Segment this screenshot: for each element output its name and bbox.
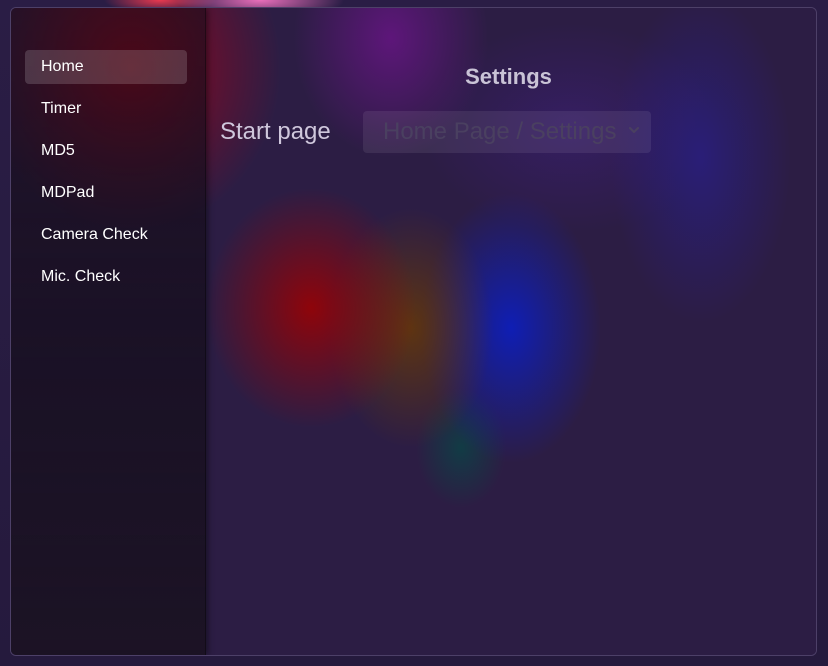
sidebar-item-label: Mic. Check [41,268,121,285]
sidebar-item-home[interactable]: Home [25,50,187,84]
sidebar: Home Timer MD5 MDPad Camera Check Mic. C… [11,8,206,655]
sidebar-item-label: MD5 [41,142,75,159]
sidebar-item-label: MDPad [41,184,95,201]
start-page-select[interactable]: Home Page / Settings [363,111,651,153]
sidebar-item-timer[interactable]: Timer [25,92,187,126]
sidebar-item-label: Timer [41,100,82,117]
sidebar-item-camera-check[interactable]: Camera Check [25,218,187,252]
chevron-down-icon [629,127,639,133]
start-page-selected-value: Home Page / Settings [383,118,617,145]
sidebar-item-label: Home [41,58,84,75]
app-window: Home Timer MD5 MDPad Camera Check Mic. C… [10,7,817,656]
sidebar-item-md5[interactable]: MD5 [25,134,187,168]
sidebar-item-label: Camera Check [41,226,148,243]
sidebar-item-mdpad[interactable]: MDPad [25,176,187,210]
start-page-setting: Start page Home Page / Settings [220,111,651,153]
page-title: Settings [465,64,552,89]
sidebar-nav: Home Timer MD5 MDPad Camera Check Mic. C… [11,8,205,294]
start-page-label: Start page [220,118,331,145]
main-content: Settings Start page Home Page / Settings [205,8,816,655]
sidebar-item-mic-check[interactable]: Mic. Check [25,260,187,294]
